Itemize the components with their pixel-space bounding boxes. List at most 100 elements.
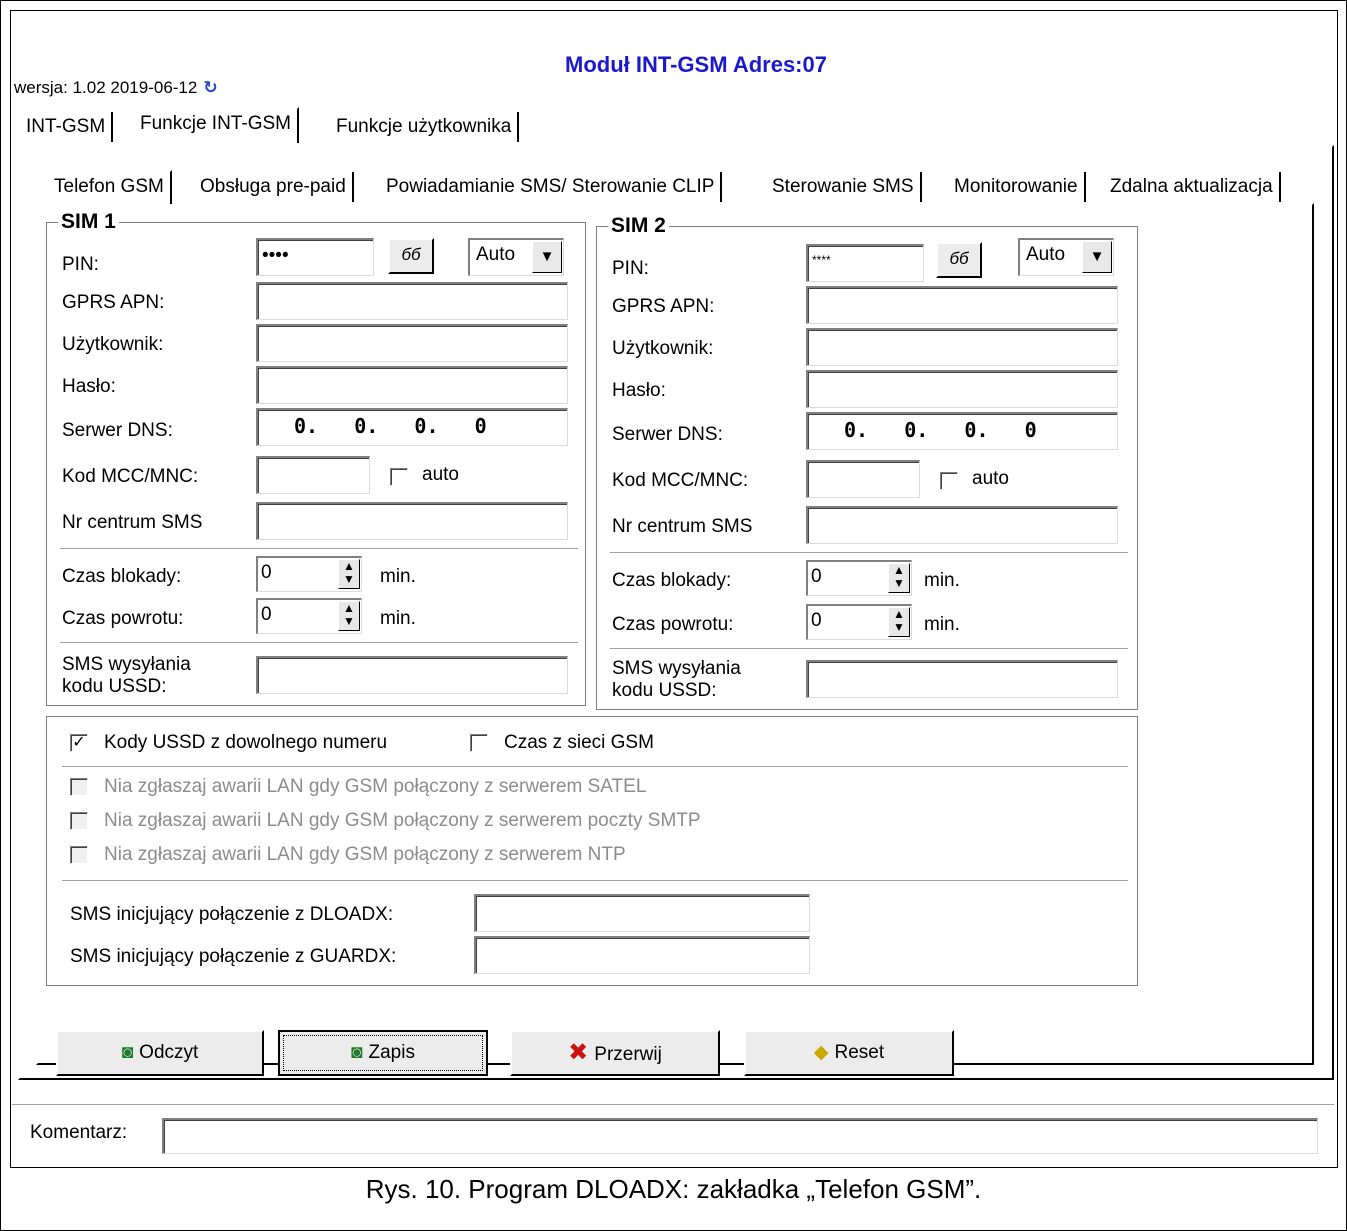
comment-label: Komentarz:	[30, 1122, 128, 1143]
chevron-down-icon[interactable]: ▼	[532, 241, 562, 273]
sim1-pass-label: Hasło:	[62, 376, 116, 397]
sim1-separator	[60, 548, 578, 550]
sim2-mode-select[interactable]: Auto ▼	[1018, 238, 1114, 276]
sim2-ussd-input[interactable]	[806, 660, 1118, 698]
tab-telefon-gsm[interactable]: Telefon GSM	[46, 170, 172, 204]
tab-powiadamianie-sms[interactable]: Powiadamianie SMS/ Sterowanie CLIP	[380, 172, 723, 202]
sim1-title: SIM 1	[58, 210, 119, 234]
sim2-apn-label: GPRS APN:	[612, 296, 715, 317]
sim2-mode-value: Auto	[1026, 244, 1066, 265]
comment-input[interactable]	[162, 1118, 1318, 1154]
sim2-return-label: Czas powrotu:	[612, 614, 734, 635]
sim1-sms-center-label: Nr centrum SMS	[62, 512, 203, 533]
version-label: wersja: 1.02 2019-06-12 ↻	[14, 78, 218, 98]
sim1-auto-checkbox[interactable]	[390, 468, 408, 486]
time-from-gsm-checkbox[interactable]	[470, 734, 488, 752]
close-icon: ✖	[568, 1039, 589, 1066]
ussd-any-number-checkbox[interactable]: ✓	[70, 734, 88, 752]
sim1-dns-label: Serwer DNS:	[62, 420, 173, 441]
sim2-pass-label: Hasło:	[612, 380, 666, 401]
sim2-pass-input[interactable]	[806, 370, 1118, 408]
sim1-ussd-input[interactable]	[256, 656, 568, 694]
no-lan-satel-label: Nia zgłaszaj awarii LAN gdy GSM połączon…	[104, 776, 647, 797]
sim2-sms-center-input[interactable]	[806, 506, 1118, 544]
no-lan-satel-checkbox[interactable]	[70, 778, 88, 796]
sim2-separator-2	[610, 648, 1128, 650]
sim2-return-spinner[interactable]: 0 ▲ ▼	[806, 604, 912, 640]
sim1-block-spinner[interactable]: 0 ▲ ▼	[256, 556, 362, 592]
sim1-mcc-label: Kod MCC/MNC:	[62, 466, 199, 487]
sim1-return-value: 0	[261, 604, 272, 625]
sim1-pin-input[interactable]: ••••	[256, 238, 374, 276]
abort-button-label: Przerwij	[594, 1044, 662, 1065]
tab-obsluga-pre-paid[interactable]: Obsługa pre-paid	[194, 172, 354, 202]
reset-icon: ◆	[813, 1042, 829, 1063]
no-lan-smtp-checkbox[interactable]	[70, 812, 88, 830]
sim2-ussd-label-line2: kodu USSD:	[612, 680, 717, 701]
no-lan-ntp-checkbox[interactable]	[70, 846, 88, 864]
sim1-separator-2	[60, 642, 578, 644]
sim1-user-input[interactable]	[256, 324, 568, 362]
sim1-block-unit: min.	[380, 566, 416, 587]
options-separator	[62, 766, 1128, 768]
sim1-dns-input[interactable]: 0. 0. 0. 0	[256, 408, 568, 446]
no-lan-smtp-label: Nia zgłaszaj awarii LAN gdy GSM połączon…	[104, 810, 701, 831]
read-button[interactable]: ◙ Odczyt	[56, 1030, 264, 1076]
sim2-return-value: 0	[811, 610, 822, 631]
sim2-sms-center-label: Nr centrum SMS	[612, 516, 753, 537]
sim2-pin-input[interactable]: ****	[806, 244, 924, 282]
read-icon: ◙	[121, 1042, 134, 1063]
sim2-ussd-label: SMS wysyłania kodu USSD:	[612, 658, 741, 702]
reset-button[interactable]: ◆ Reset	[744, 1030, 954, 1076]
sms-guardx-input[interactable]	[474, 936, 810, 974]
sim2-block-spinner[interactable]: 0 ▲ ▼	[806, 560, 912, 596]
tab-funkcje-int-gsm[interactable]: Funkcje INT-GSM	[132, 107, 299, 143]
comment-separator	[12, 1104, 1334, 1106]
sim2-auto-checkbox[interactable]	[940, 472, 958, 490]
tab-zdalna-aktualizacja[interactable]: Zdalna aktualizacja	[1104, 172, 1281, 202]
figure-caption: Rys. 10. Program DLOADX: zakładka „Telef…	[365, 1174, 982, 1204]
sim1-mode-select[interactable]: Auto ▼	[468, 238, 564, 276]
sim2-pin-label: PIN:	[612, 258, 649, 279]
window-title: Moduł INT-GSM Adres:07	[565, 52, 827, 77]
spinner-arrows-icon[interactable]: ▲ ▼	[338, 559, 360, 589]
chevron-down-icon[interactable]: ▼	[1082, 241, 1112, 273]
sim2-show-pin-button[interactable]: бб	[936, 242, 982, 278]
spinner-arrows-icon[interactable]: ▲ ▼	[888, 607, 910, 637]
refresh-icon[interactable]: ↻	[203, 78, 217, 97]
sim2-user-input[interactable]	[806, 328, 1118, 366]
sim2-ussd-label-line1: SMS wysyłania	[612, 658, 741, 679]
tab-monitorowanie[interactable]: Monitorowanie	[948, 172, 1086, 202]
tab-funkcje-uzytkownika[interactable]: Funkcje użytkownika	[330, 112, 520, 142]
sim2-block-unit: min.	[924, 570, 960, 591]
read-button-label: Odczyt	[139, 1042, 199, 1063]
sim1-apn-input[interactable]	[256, 282, 568, 320]
sim1-return-label: Czas powrotu:	[62, 608, 184, 629]
write-button[interactable]: ◙ Zapis	[278, 1030, 488, 1076]
sim1-show-pin-button[interactable]: бб	[388, 238, 434, 274]
spinner-arrows-icon[interactable]: ▲ ▼	[888, 563, 910, 593]
sim1-auto-label: auto	[422, 464, 459, 485]
sim1-ussd-label-line2: kodu USSD:	[62, 676, 167, 697]
sim1-return-spinner[interactable]: 0 ▲ ▼	[256, 598, 362, 634]
sim2-return-unit: min.	[924, 614, 960, 635]
sim2-mcc-input[interactable]	[806, 460, 920, 498]
sim1-apn-label: GPRS APN:	[62, 292, 165, 313]
sim2-dns-input[interactable]: 0. 0. 0. 0	[806, 412, 1118, 450]
no-lan-ntp-label: Nia zgłaszaj awarii LAN gdy GSM połączon…	[104, 844, 626, 865]
sim2-dns-label: Serwer DNS:	[612, 424, 723, 445]
sim1-sms-center-input[interactable]	[256, 502, 568, 540]
sim1-pin-label: PIN:	[62, 254, 99, 275]
time-from-gsm-label: Czas z sieci GSM	[504, 732, 654, 753]
reset-button-label: Reset	[834, 1042, 885, 1063]
sim1-mcc-input[interactable]	[256, 456, 370, 494]
sim1-pass-input[interactable]	[256, 366, 568, 404]
tab-sterowanie-sms[interactable]: Sterowanie SMS	[766, 172, 922, 202]
spinner-arrows-icon[interactable]: ▲ ▼	[338, 601, 360, 631]
sim2-apn-input[interactable]	[806, 286, 1118, 324]
tab-int-gsm[interactable]: INT-GSM	[20, 112, 114, 142]
abort-button[interactable]: ✖ Przerwij	[510, 1030, 720, 1076]
sim2-block-label: Czas blokady:	[612, 570, 732, 591]
sim1-block-value: 0	[261, 562, 272, 583]
sms-dloadx-input[interactable]	[474, 894, 810, 932]
